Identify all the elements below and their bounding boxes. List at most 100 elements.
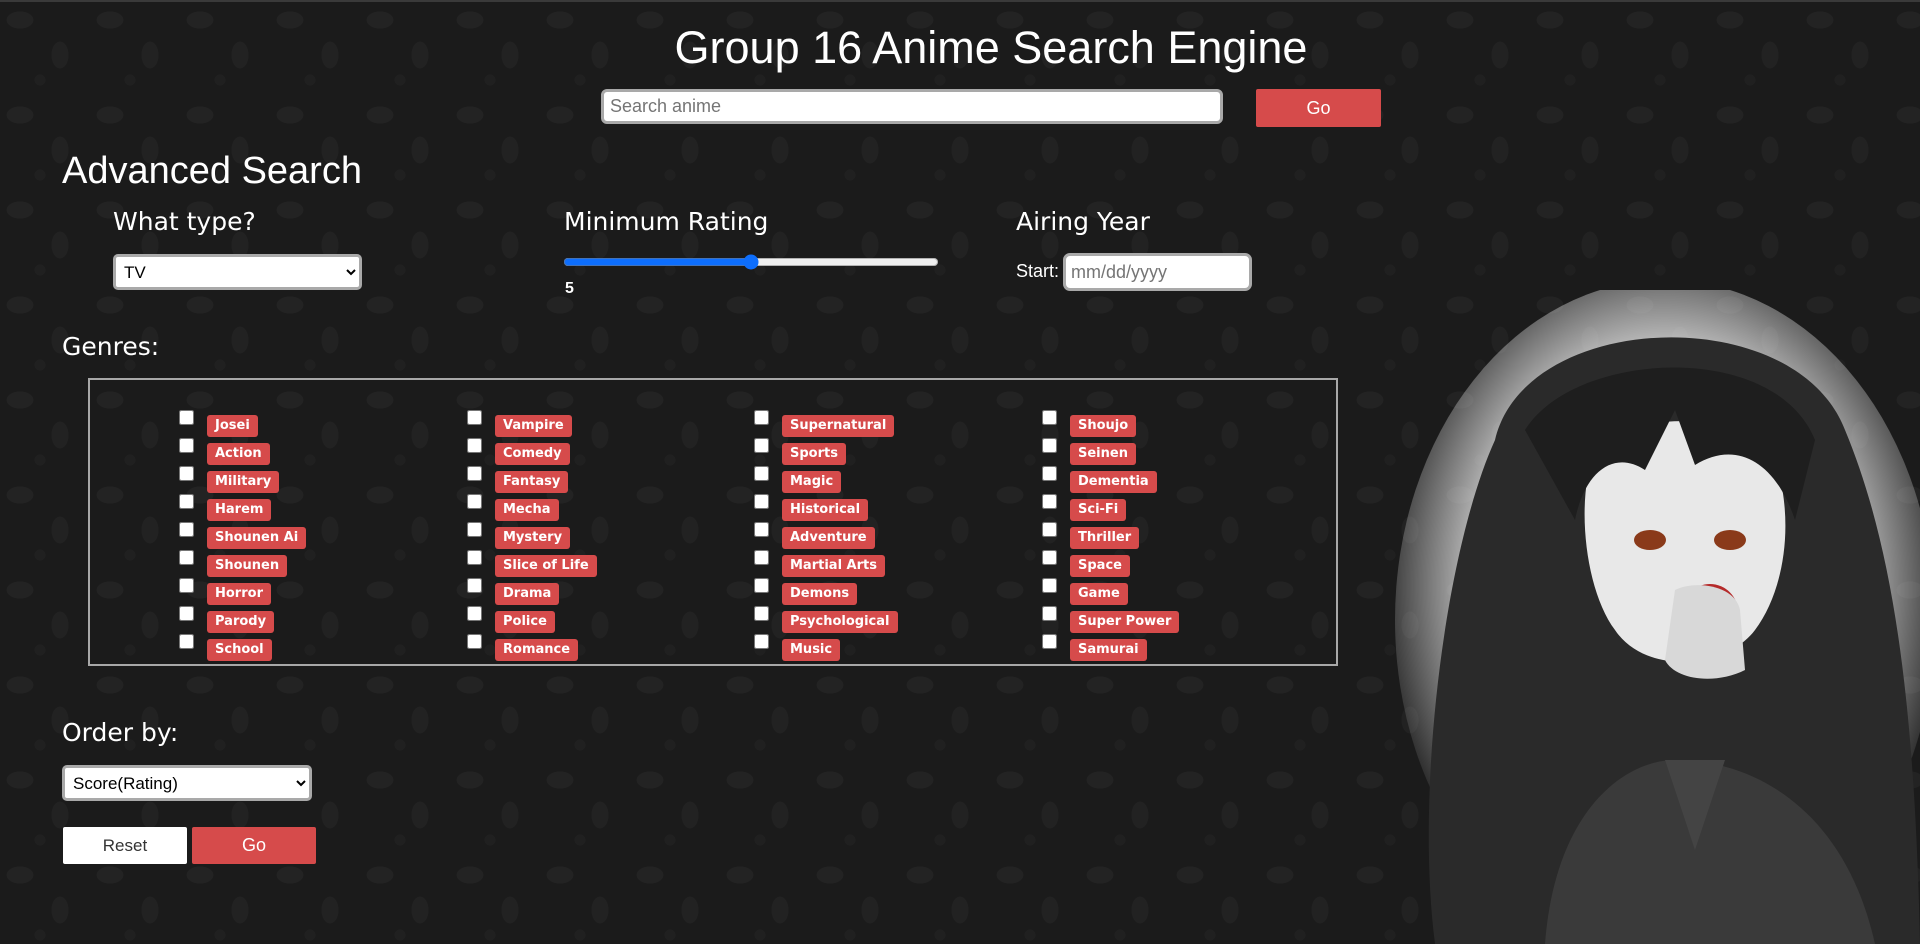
genre-tag: School <box>207 639 272 661</box>
genre-checkbox[interactable] <box>1042 494 1057 509</box>
genre-checkbox[interactable] <box>179 550 194 565</box>
genre-tag: Romance <box>495 639 579 661</box>
genre-checkbox[interactable] <box>179 494 194 509</box>
genre-tag: Sci-Fi <box>1070 499 1127 521</box>
genre-item: Super Power <box>1042 606 1322 634</box>
genre-checkbox[interactable] <box>754 550 769 565</box>
genre-item: Music <box>754 634 1034 662</box>
genre-tag: Samurai <box>1070 639 1147 661</box>
genre-checkbox[interactable] <box>179 578 194 593</box>
start-label: Start: <box>1016 261 1060 281</box>
genre-checkbox[interactable] <box>1042 466 1057 481</box>
genre-tag: Military <box>207 471 280 493</box>
genre-checkbox[interactable] <box>467 466 482 481</box>
genre-checkbox[interactable] <box>754 494 769 509</box>
reset-button[interactable]: Reset <box>63 827 187 864</box>
genre-checkbox[interactable] <box>467 550 482 565</box>
order-select[interactable]: Score(Rating) <box>62 765 312 801</box>
search-input[interactable] <box>601 89 1223 124</box>
genre-checkbox[interactable] <box>1042 438 1057 453</box>
genre-item: Action <box>179 438 459 466</box>
type-select[interactable]: TV <box>113 254 362 290</box>
genre-tag: Shoujo <box>1070 415 1137 437</box>
genre-checkbox[interactable] <box>1042 634 1057 649</box>
genre-item: Sports <box>754 438 1034 466</box>
genre-tag: Horror <box>207 583 271 605</box>
genre-checkbox[interactable] <box>179 438 194 453</box>
genre-item: Adventure <box>754 522 1034 550</box>
genre-checkbox[interactable] <box>1042 578 1057 593</box>
genre-checkbox[interactable] <box>467 494 482 509</box>
genre-tag: Parody <box>207 611 275 633</box>
genre-tag: Josei <box>207 415 258 437</box>
top-border <box>0 0 1920 2</box>
genre-item: Slice of Life <box>467 550 747 578</box>
genre-checkbox[interactable] <box>179 606 194 621</box>
genre-checkbox[interactable] <box>467 438 482 453</box>
genre-item: Military <box>179 466 459 494</box>
genres-box: Josei Action Military Harem Shounen Ai Shoune… <box>88 378 1338 666</box>
genre-checkbox[interactable] <box>467 410 482 425</box>
genre-item: Comedy <box>467 438 747 466</box>
genre-checkbox[interactable] <box>1042 410 1057 425</box>
genre-tag: Mecha <box>495 499 559 521</box>
genre-item: Thriller <box>1042 522 1322 550</box>
genre-tag: Slice of Life <box>495 555 597 577</box>
genre-item: Magic <box>754 466 1034 494</box>
genre-item: Psychological <box>754 606 1034 634</box>
genre-checkbox[interactable] <box>754 522 769 537</box>
genre-tag: Harem <box>207 499 272 521</box>
genre-item: Mystery <box>467 522 747 550</box>
genre-item: Fantasy <box>467 466 747 494</box>
search-go-button[interactable]: Go <box>1256 89 1381 127</box>
genre-item: Romance <box>467 634 747 662</box>
genre-item: Game <box>1042 578 1322 606</box>
genre-tag: Fantasy <box>495 471 569 493</box>
genre-item: Demons <box>754 578 1034 606</box>
genre-tag: Supernatural <box>782 415 895 437</box>
rating-value: 5 <box>565 280 574 297</box>
genre-item: School <box>179 634 459 662</box>
genre-tag: Super Power <box>1070 611 1180 633</box>
genre-checkbox[interactable] <box>754 578 769 593</box>
genre-checkbox[interactable] <box>179 466 194 481</box>
genre-item: Seinen <box>1042 438 1322 466</box>
genre-item: Historical <box>754 494 1034 522</box>
genre-checkbox[interactable] <box>467 522 482 537</box>
genre-item: Harem <box>179 494 459 522</box>
genre-checkbox[interactable] <box>1042 522 1057 537</box>
genre-checkbox[interactable] <box>754 410 769 425</box>
genre-item: Dementia <box>1042 466 1322 494</box>
genre-item: Samurai <box>1042 634 1322 662</box>
genre-checkbox[interactable] <box>1042 550 1057 565</box>
genre-tag: Drama <box>495 583 560 605</box>
genre-checkbox[interactable] <box>754 634 769 649</box>
genre-checkbox[interactable] <box>179 410 194 425</box>
genre-tag: Action <box>207 443 270 465</box>
genre-checkbox[interactable] <box>1042 606 1057 621</box>
genre-checkbox[interactable] <box>754 606 769 621</box>
genre-item: Shoujo <box>1042 410 1322 438</box>
genre-item: Shounen <box>179 550 459 578</box>
genre-checkbox[interactable] <box>754 466 769 481</box>
genre-checkbox[interactable] <box>754 438 769 453</box>
genre-column: Shoujo Seinen Dementia Sci-Fi Thriller Space G… <box>1042 410 1322 662</box>
genre-checkbox[interactable] <box>467 634 482 649</box>
genre-checkbox[interactable] <box>467 606 482 621</box>
genre-tag: Seinen <box>1070 443 1136 465</box>
genre-tag: Historical <box>782 499 869 521</box>
start-date-input[interactable] <box>1063 253 1252 291</box>
advanced-search-title: Advanced Search <box>62 150 362 192</box>
genre-checkbox[interactable] <box>179 634 194 649</box>
rating-slider[interactable] <box>563 254 939 270</box>
genre-item: Parody <box>179 606 459 634</box>
genre-tag: Adventure <box>782 527 875 549</box>
advanced-go-button[interactable]: Go <box>192 827 316 864</box>
genre-item: Space <box>1042 550 1322 578</box>
genre-checkbox[interactable] <box>179 522 194 537</box>
genre-tag: Shounen <box>207 555 288 577</box>
genre-tag: Psychological <box>782 611 898 633</box>
genre-tag: Sports <box>782 443 846 465</box>
genre-checkbox[interactable] <box>467 578 482 593</box>
airing-year-label: Airing Year <box>1016 207 1150 236</box>
